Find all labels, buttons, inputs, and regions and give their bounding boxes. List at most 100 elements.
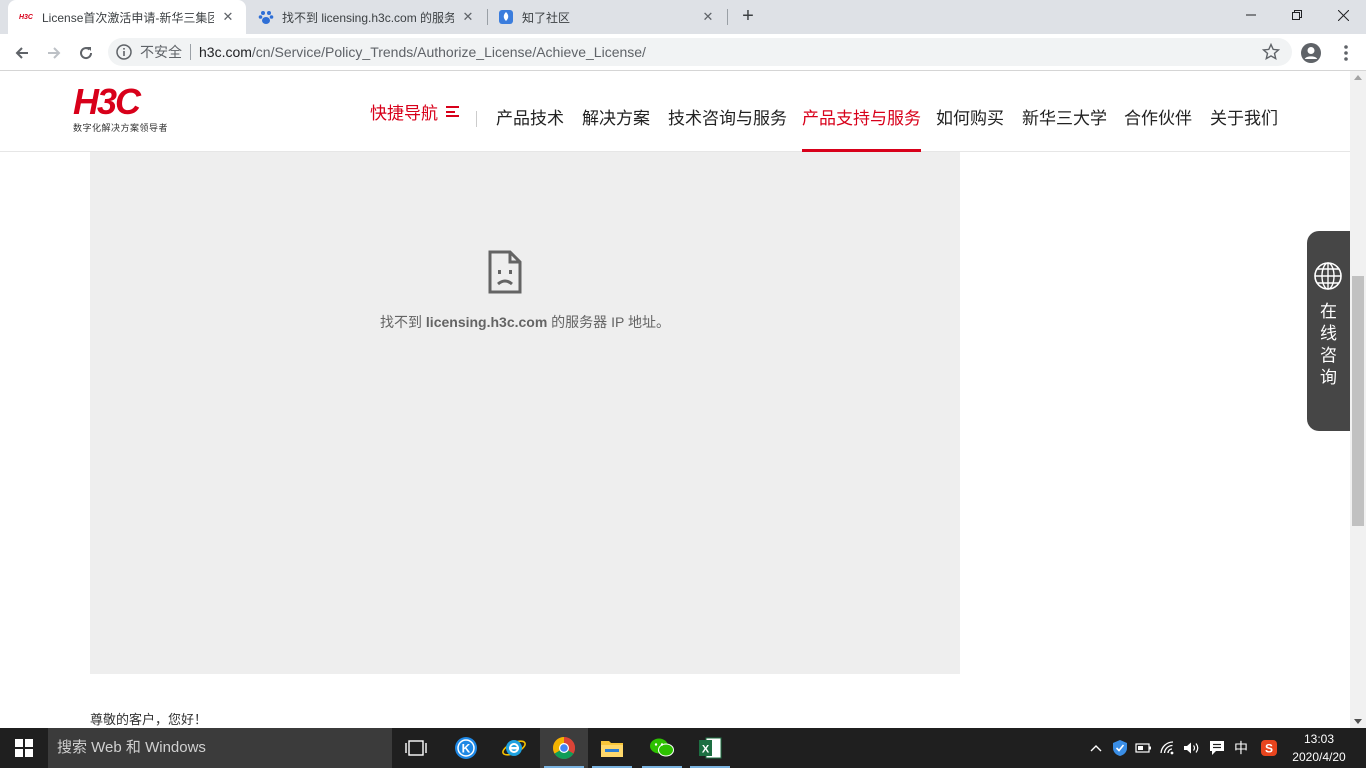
close-tab-icon[interactable]: ✕ [220,9,236,25]
nav-products[interactable]: 产品技术 [496,71,564,152]
tab-zhiliao[interactable]: 知了社区 ✕ [488,0,726,34]
tab-title: License首次激活申请-新华三集团 [42,10,214,25]
forward-button[interactable] [40,39,68,67]
tab-separator [727,9,728,25]
baidu-paw-icon [258,9,274,25]
new-tab-button[interactable]: + [736,5,760,29]
tray-overflow-button[interactable] [1086,728,1106,768]
sogou-input-icon: S [1261,740,1277,756]
hamburger-icon [446,106,459,117]
tray-volume[interactable] [1180,728,1204,768]
tray-security[interactable] [1108,728,1132,768]
svg-text:K: K [462,742,471,756]
minimize-window-button[interactable] [1228,0,1274,30]
taskbar-excel[interactable]: X [686,728,734,768]
info-icon[interactable] [116,44,132,60]
svg-text:X: X [702,744,710,756]
kugou-icon: K [455,737,477,759]
security-label[interactable]: 不安全 [140,42,182,62]
taskbar-file-explorer[interactable] [588,728,636,768]
taskbar-clock[interactable]: 13:03 2020/4/20 [1284,730,1354,766]
nav-solutions[interactable]: 解决方案 [582,71,650,152]
battery-plug-icon [1135,743,1151,753]
frame-error-message: 找不到 licensing.h3c.com 的服务器 IP 地址。 [90,312,960,332]
close-tab-icon[interactable]: ✕ [460,9,476,25]
arrow-left-icon [15,47,28,59]
action-center-icon [1210,741,1224,755]
taskbar-kugou[interactable]: K [442,728,490,768]
task-view-button[interactable] [392,728,440,768]
excel-icon: X [699,737,722,759]
quick-nav-button[interactable]: 快捷导航 [370,71,459,152]
tab-baidu-error[interactable]: 找不到 licensing.h3c.com 的服务器 ✕ [248,0,486,34]
page-scrollbar[interactable] [1350,71,1366,728]
tray-notifications[interactable] [1204,728,1230,768]
back-button[interactable] [8,39,36,67]
arrow-right-icon [48,47,61,59]
reload-button[interactable] [72,39,100,67]
page-viewport: H3C 数字化解决方案领导者 快捷导航 产品技术 解决方案 技术咨询与服务 产品… [0,71,1350,728]
windows-logo-icon [15,739,33,757]
wifi-icon [1160,741,1174,755]
clock-date: 2020/4/20 [1292,750,1346,764]
tab-strip: H3C License首次激活申请-新华三集团 ✕ 找不到 licensing.… [0,0,1366,34]
tray-battery[interactable] [1132,728,1156,768]
tray-sogou[interactable]: S [1256,728,1282,768]
tab-h3c-license[interactable]: H3C License首次激活申请-新华三集团 ✕ [8,0,246,34]
close-tab-icon[interactable]: ✕ [700,9,716,25]
profile-avatar-icon[interactable] [1300,42,1322,64]
more-menu-icon[interactable] [1336,43,1356,63]
globe-icon [1314,262,1342,290]
nav-divider [476,111,477,127]
chrome-icon [553,737,575,759]
folder-icon [601,741,623,757]
logo-mark: H3C [73,81,141,122]
url-path[interactable]: /cn/Service/Policy_Trends/Authorize_Lice… [252,44,646,60]
site-header: H3C 数字化解决方案领导者 快捷导航 产品技术 解决方案 技术咨询与服务 产品… [0,71,1350,152]
taskbar-chrome[interactable] [540,728,588,768]
url-host[interactable]: h3c.com [199,44,252,60]
taskbar-search-box[interactable]: 搜索 Web 和 Windows [48,728,392,768]
tray-wifi[interactable] [1156,728,1182,768]
address-bar[interactable]: 不安全 h3c.com/cn/Service/Policy_Trends/Aut… [108,38,1292,66]
h3c-logo[interactable]: H3C 数字化解决方案领导者 [73,81,183,134]
nav-how-to-buy[interactable]: 如何购买 [936,71,1004,152]
nav-about[interactable]: 关于我们 [1210,71,1278,152]
logo-tagline: 数字化解决方案领导者 [73,123,169,133]
error-host: licensing.h3c.com [425,314,548,330]
browser-toolbar: 不安全 h3c.com/cn/Service/Policy_Trends/Aut… [0,34,1366,71]
error-prefix: 找不到 [380,314,426,330]
nav-support[interactable]: 产品支持与服务 [802,71,921,152]
tray-ime[interactable]: 中 [1230,728,1252,768]
h3c-favicon: H3C [18,9,34,25]
nav-partners[interactable]: 合作伙伴 [1124,71,1192,152]
chevron-up-icon [1090,745,1102,752]
close-window-button[interactable] [1320,0,1366,30]
error-suffix: 的服务器 IP 地址。 [547,314,670,330]
embedded-frame-error: 找不到 licensing.h3c.com 的服务器 IP 地址。 [90,152,960,674]
online-consult-button[interactable]: 在线咨询 [1307,231,1350,431]
taskbar-ie[interactable] [490,728,538,768]
quick-nav-label: 快捷导航 [370,104,438,123]
internet-explorer-icon [502,740,526,756]
consult-label-text: 在线咨询 [1320,302,1337,387]
scroll-down-arrow-icon[interactable] [1354,719,1362,724]
tab-title: 知了社区 [522,10,571,25]
task-view-icon [405,740,427,756]
scroll-up-arrow-icon[interactable] [1354,75,1362,80]
clock-time: 13:03 [1303,732,1335,746]
h3c-favicon-text: H3C [18,13,33,21]
start-button[interactable] [0,728,48,768]
nav-consulting[interactable]: 技术咨询与服务 [668,71,787,152]
address-divider [190,44,191,60]
svg-text:S: S [1265,742,1273,756]
windows-taskbar: 搜索 Web 和 Windows K X 中 S 13:03 2020/4/20 [0,728,1366,768]
nav-university[interactable]: 新华三大学 [1022,71,1107,152]
star-bookmark-icon[interactable] [1262,43,1280,61]
taskbar-wechat[interactable] [638,728,686,768]
scroll-thumb[interactable] [1352,276,1364,526]
restore-window-button[interactable] [1274,0,1320,30]
greeting-text: 尊敬的客户，您好！ [90,712,208,727]
consult-label: 在线咨询 [1307,301,1350,389]
minimize-icon [1246,14,1256,16]
